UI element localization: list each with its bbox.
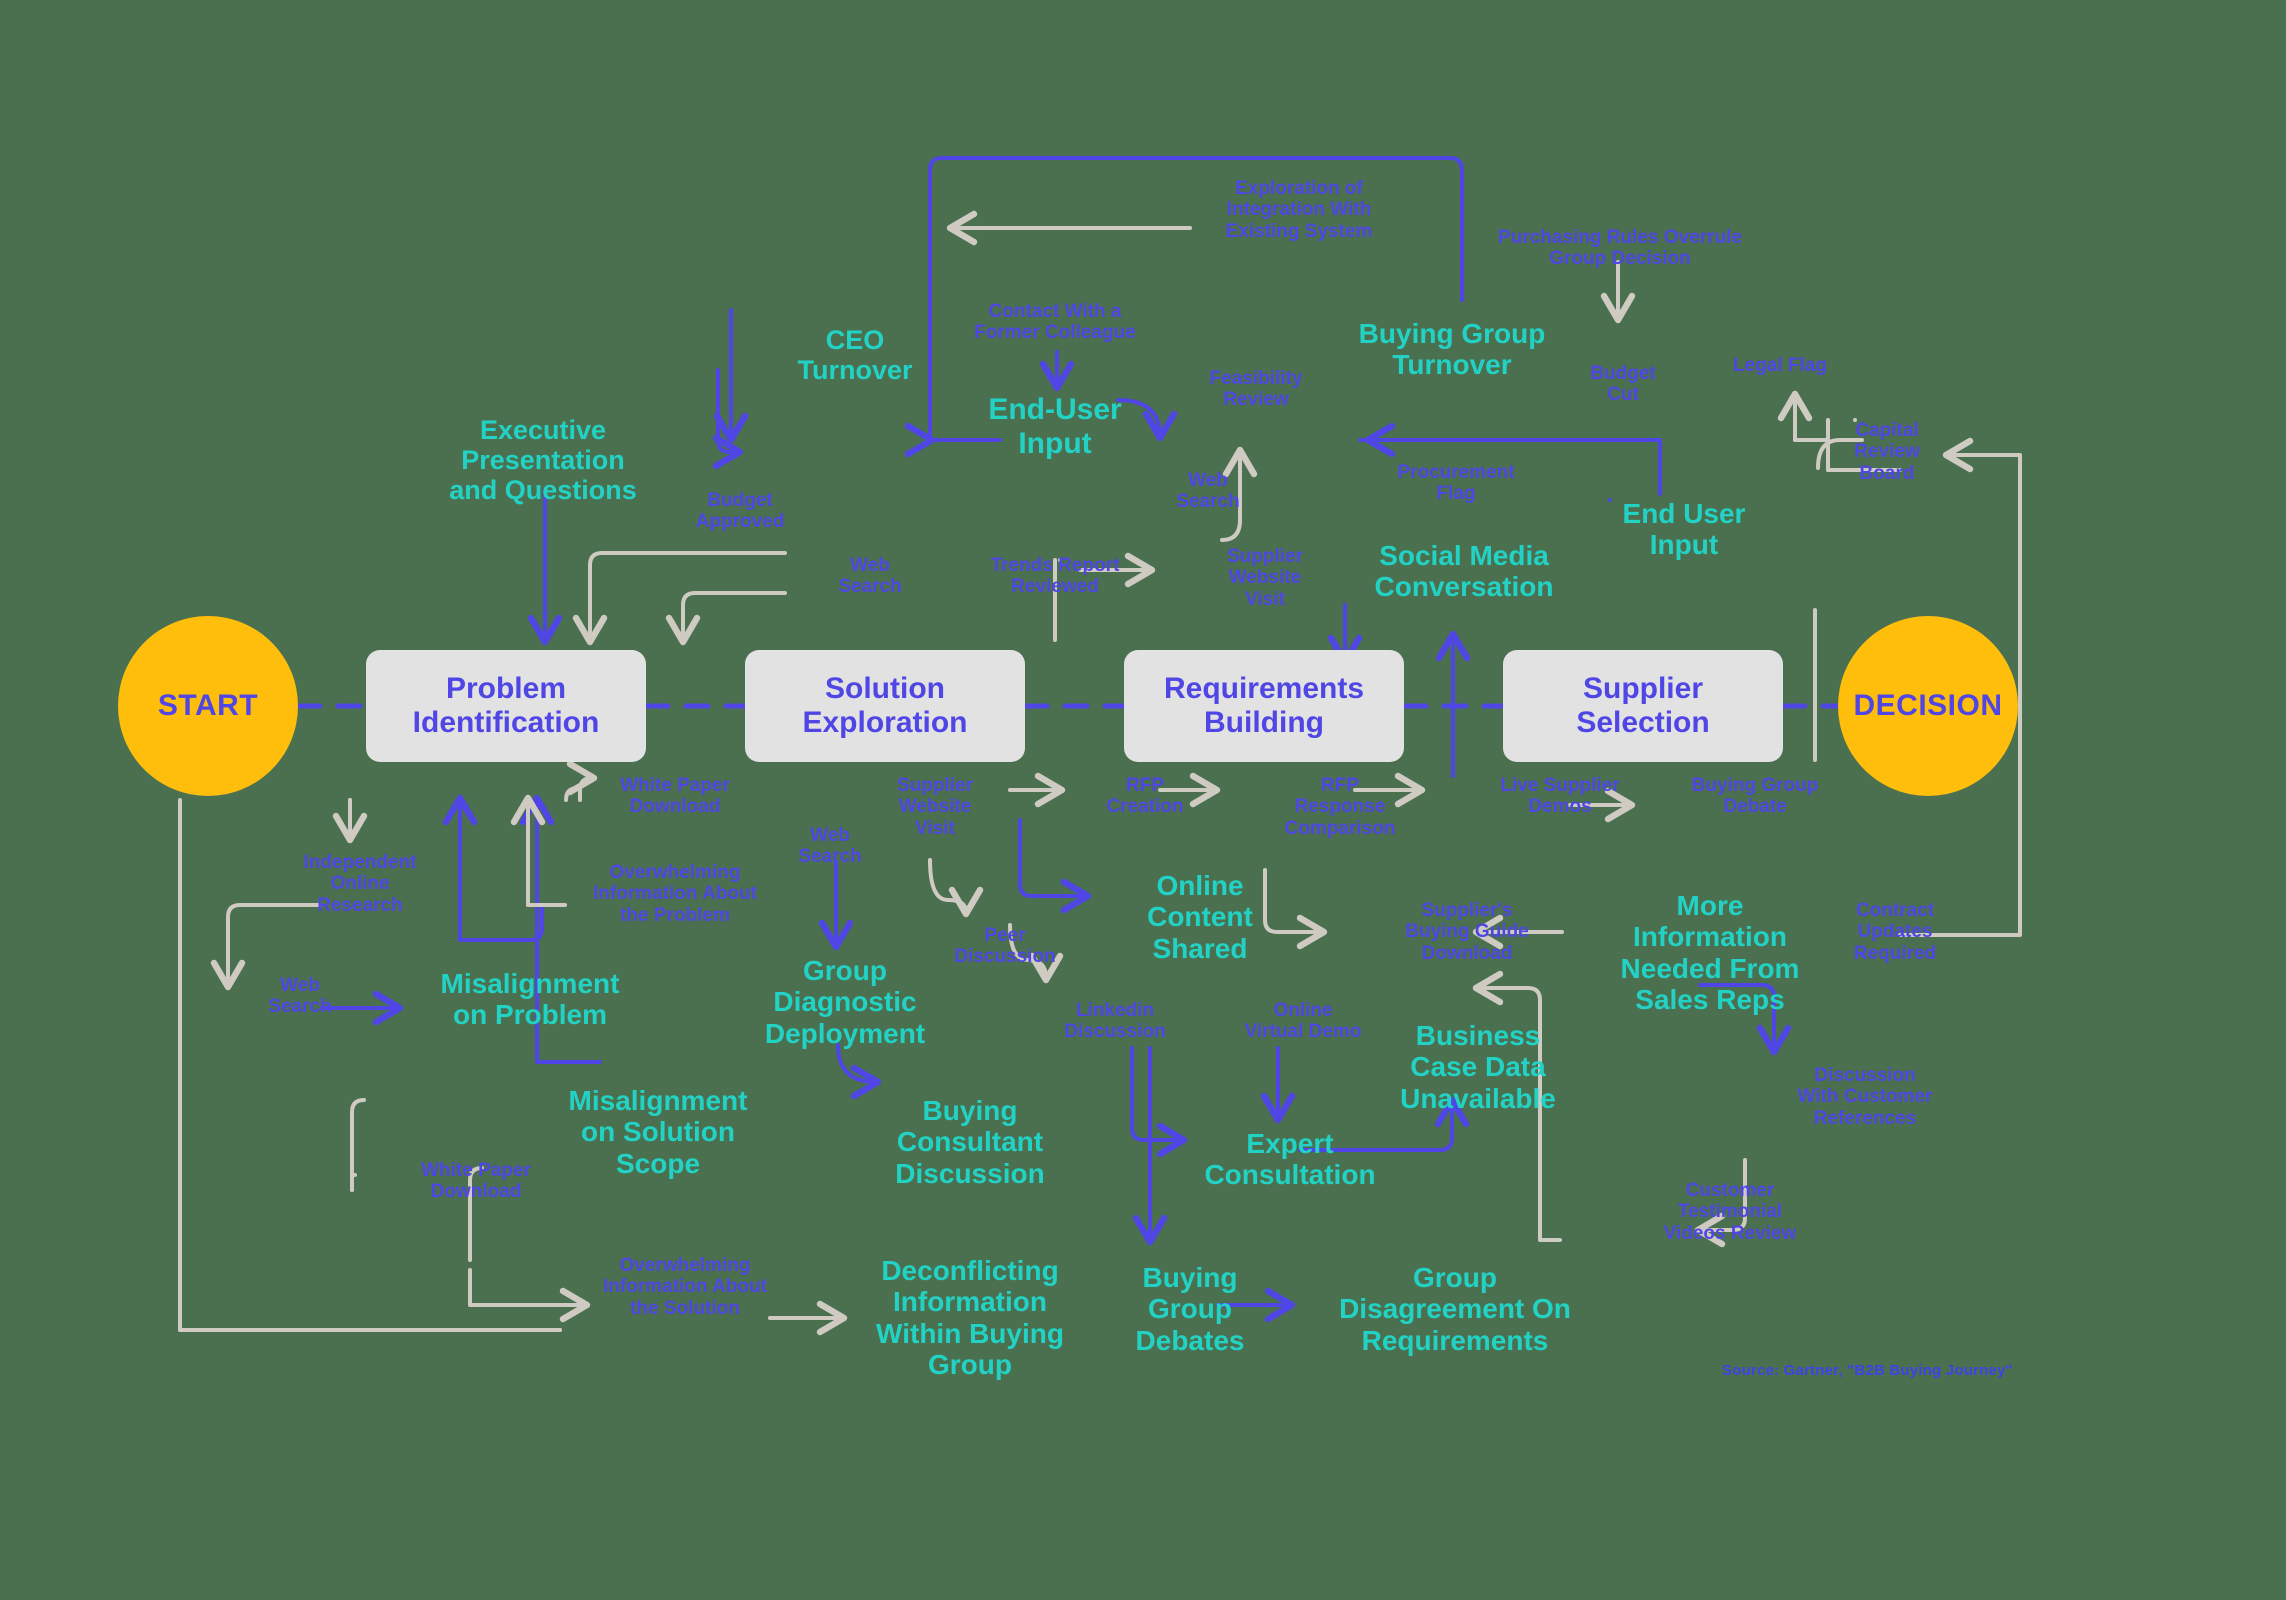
activity-capital-review-board: Capital Review Board <box>1854 420 1920 484</box>
phase-requirements-building[interactable]: Requirements Building <box>1124 650 1404 762</box>
friction-end-user-input-right: End User Input <box>1622 498 1746 561</box>
activity-live-supplier-demos: Live Supplier Demos <box>1500 775 1620 818</box>
friction-deconflicting-information-within-buying-group: Deconflicting Information Within Buying … <box>876 1255 1064 1381</box>
source-attribution: Source: Gartner, "B2B Buying Journey" <box>1722 1362 2013 1379</box>
activity-trends-report-reviewed: Trends Report Reviewed <box>990 555 1120 598</box>
activity-rfp-creation: RFP Creation <box>1106 775 1184 818</box>
activity-supplier-website-visit-top: Supplier Website Visit <box>1226 546 1303 610</box>
friction-group-disagreement-on-requirements: Group Disagreement On Requirements <box>1339 1262 1571 1356</box>
activity-online-virtual-demo: Online Virtual Demo <box>1244 1000 1362 1043</box>
activity-budget-cut: Budget Cut <box>1590 363 1656 406</box>
activity-independent-online-research: Independent Online Research <box>303 852 417 916</box>
phase-label: Supplier Selection <box>1576 671 1710 740</box>
terminal-decision[interactable]: DECISION <box>1838 616 2018 796</box>
activity-web-search-left: Web Search <box>268 975 332 1018</box>
activity-overwhelming-info-problem: Overwhelming Information About the Probl… <box>593 862 757 926</box>
activity-contact-former-colleague: Contact With a Former Colleague <box>974 301 1136 344</box>
phase-label: Requirements Building <box>1163 671 1365 740</box>
activity-buying-group-debate: Buying Group Debate <box>1691 775 1819 818</box>
friction-misalignment-on-solution-scope: Misalignment on Solution Scope <box>568 1085 748 1179</box>
activity-contract-updates-required: Contract Updates Required <box>1853 900 1937 964</box>
activity-discussion-with-customer-references: Discussion With Customer References <box>1797 1065 1933 1129</box>
terminal-start[interactable]: START <box>118 616 298 796</box>
activity-budget-approved: Budget Approved <box>695 490 785 533</box>
activity-suppliers-buying-guide-download: Supplier's Buying Guide Download <box>1405 900 1529 964</box>
phase-solution-exploration[interactable]: Solution Exploration <box>745 650 1025 762</box>
activity-web-search-top: Web Search <box>838 555 902 598</box>
friction-online-content-shared: Online Content Shared <box>1147 870 1253 964</box>
activity-white-paper-download-left: White Paper Download <box>421 1160 531 1203</box>
activity-overwhelming-info-solution: Overwhelming Information About the Solut… <box>603 1255 767 1319</box>
activity-supplier-website-visit-mid: Supplier Website Visit <box>896 775 973 839</box>
terminal-decision-label: DECISION <box>1853 689 2003 722</box>
journey-diagram: START DECISION Problem Identification So… <box>0 0 2286 1600</box>
activity-exploration-integration: Exploration of Integration With Existing… <box>1225 178 1373 242</box>
friction-more-information-needed-from-sales-reps: More Information Needed From Sales Reps <box>1620 890 1800 1016</box>
friction-buying-group-debates: Buying Group Debates <box>1135 1262 1245 1356</box>
phase-label: Problem Identification <box>412 671 600 740</box>
friction-executive-presentation-and-questions: Executive Presentation and Questions <box>449 415 637 506</box>
activity-customer-testimonial-videos-review: Customer Testimonial Videos Review <box>1663 1180 1797 1244</box>
activity-purchasing-rules-overrule: Purchasing Rules Overrule Group Decision <box>1498 227 1742 270</box>
friction-buying-consultant-discussion: Buying Consultant Discussion <box>895 1095 1045 1189</box>
friction-misalignment-on-problem: Misalignment on Problem <box>440 968 620 1031</box>
phase-label: Solution Exploration <box>802 671 968 740</box>
activity-web-search-feasibility: Web Search <box>1176 470 1240 513</box>
activity-peer-discussion: Peer Discussion <box>954 925 1056 968</box>
activity-legal-flag: Legal Flag <box>1733 355 1827 376</box>
friction-expert-consultation: Expert Consultation <box>1204 1128 1376 1191</box>
activity-feasibility-review: Feasibility Review <box>1209 368 1303 411</box>
phase-supplier-selection[interactable]: Supplier Selection <box>1503 650 1783 762</box>
friction-ceo-turnover: CEO Turnover <box>797 325 913 386</box>
friction-end-user-input-top: End-User Input <box>988 393 1122 460</box>
activity-white-paper-download-mid: White Paper Download <box>620 775 730 818</box>
phase-problem-identification[interactable]: Problem Identification <box>366 650 646 762</box>
activity-procurement-flag: Procurement Flag <box>1397 462 1515 505</box>
friction-social-media-conversation: Social Media Conversation <box>1374 540 1554 603</box>
friction-buying-group-turnover: Buying Group Turnover <box>1358 318 1546 381</box>
friction-group-diagnostic-deployment: Group Diagnostic Deployment <box>764 955 926 1049</box>
activity-linkedin-discussion: Linkedin Discussion <box>1064 1000 1166 1043</box>
activity-rfp-response-comparison: RFP Response Comparison <box>1284 775 1396 839</box>
terminal-start-label: START <box>157 689 259 722</box>
friction-business-case-data-unavailable: Business Case Data Unavailable <box>1400 1020 1556 1114</box>
